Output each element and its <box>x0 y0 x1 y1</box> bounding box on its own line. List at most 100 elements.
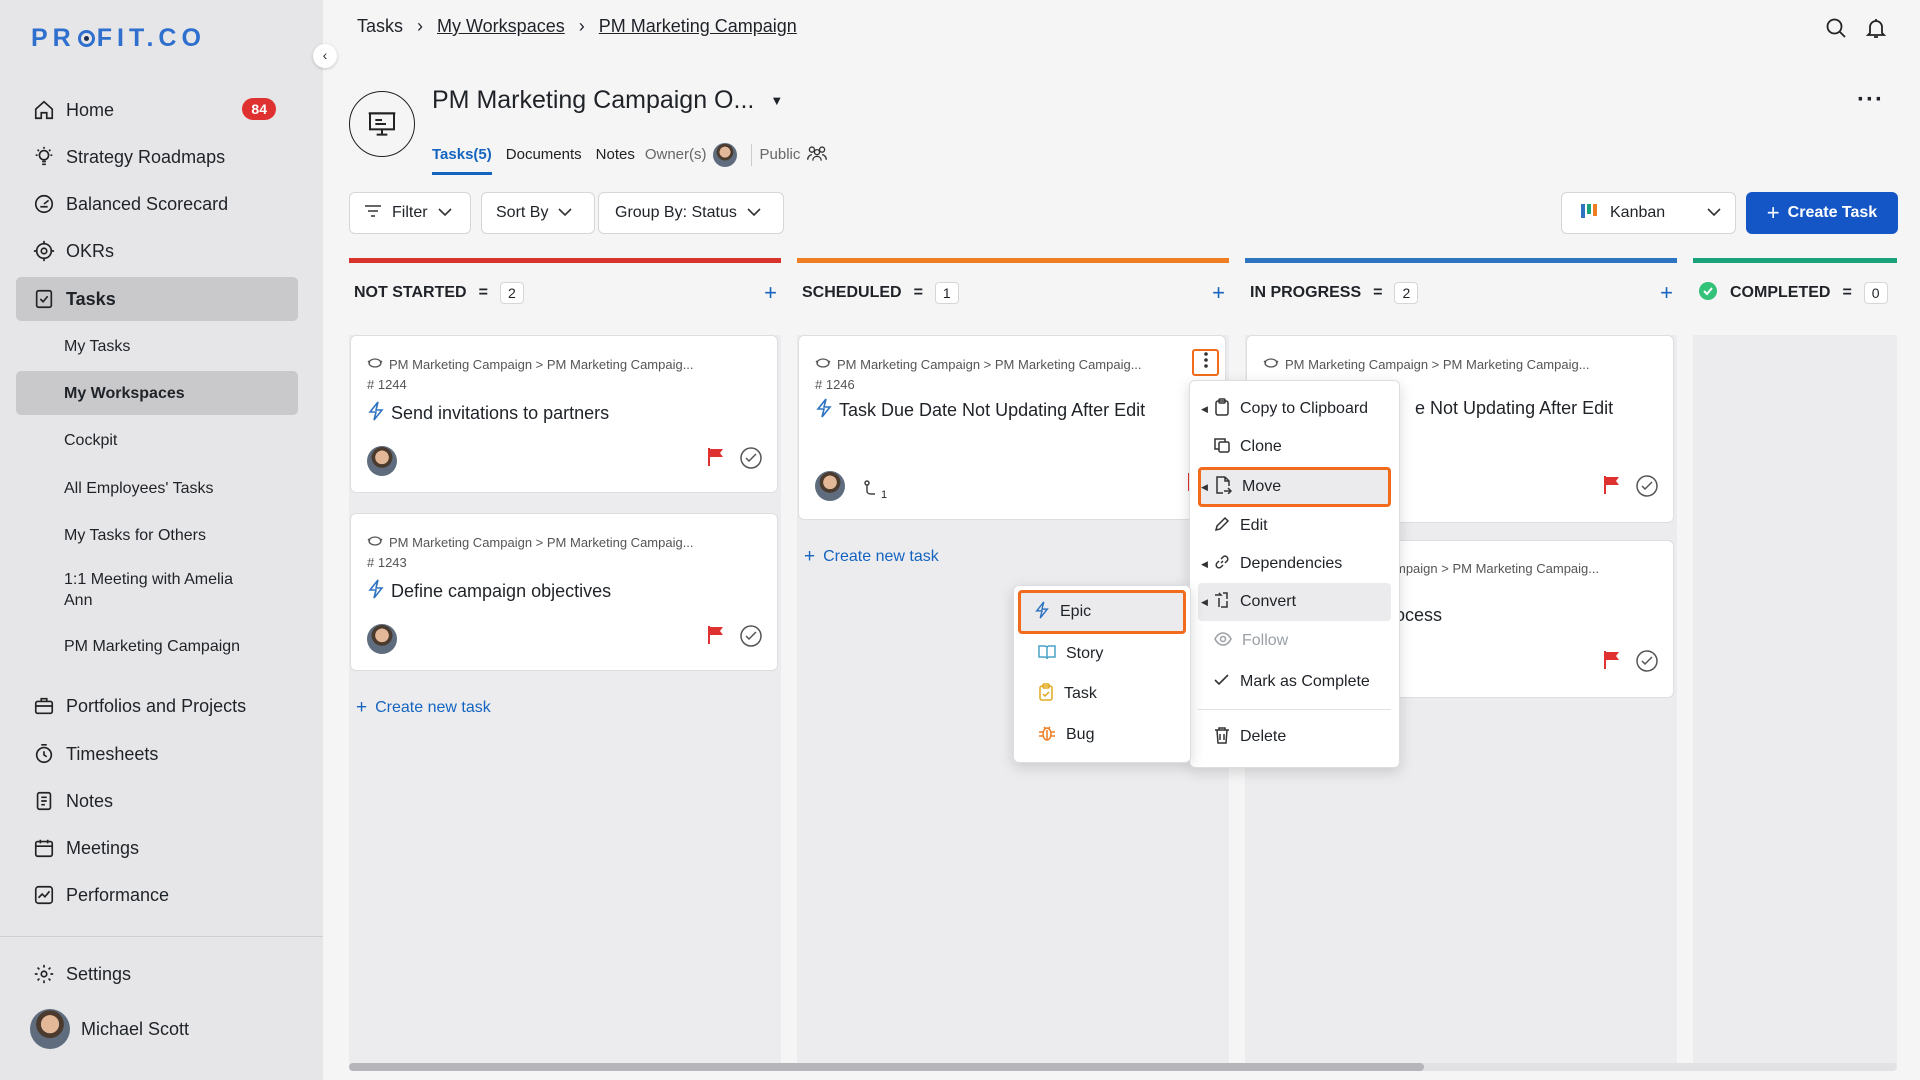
sidebar-item-home[interactable]: Home 84 <box>16 88 298 132</box>
task-title-text: e Not Updating After Edit <box>1415 398 1614 418</box>
create-task-button[interactable]: + Create Task <box>1746 192 1898 234</box>
menu-item-label: Mark as Complete <box>1240 673 1370 690</box>
column-count: 2 <box>499 282 524 304</box>
search-icon[interactable] <box>1824 16 1848 45</box>
sidebar-item-portfolios[interactable]: Portfolios and Projects <box>16 684 298 728</box>
collapse-sidebar-button[interactable]: ‹ <box>313 44 337 68</box>
tab-documents[interactable]: Documents <box>506 146 582 163</box>
sidebar-item-notes[interactable]: Notes <box>16 779 298 823</box>
convert-option-task[interactable]: Task <box>1022 675 1182 713</box>
assignee-avatar[interactable] <box>367 624 397 654</box>
add-task-plus-icon[interactable]: + <box>1212 280 1225 306</box>
priority-flag-icon[interactable] <box>707 447 725 472</box>
task-card[interactable]: PM Marketing Campaign > PM Marketing Cam… <box>350 335 778 493</box>
caret-down-icon[interactable]: ▼ <box>770 93 783 108</box>
tab-tasks[interactable]: Tasks(5) <box>432 146 492 175</box>
visibility-label: Public <box>759 146 801 163</box>
sidebar-item-settings[interactable]: Settings <box>16 952 298 996</box>
more-options-button[interactable]: ··· <box>1857 86 1884 114</box>
profitco-logo[interactable]: PR FIT.CO <box>31 24 206 53</box>
priority-flag-icon[interactable] <box>707 625 725 650</box>
menu-item-delete[interactable]: Delete <box>1198 718 1391 756</box>
sidebar-item-meetings[interactable]: Meetings <box>16 826 298 870</box>
bulb-icon <box>30 143 58 171</box>
sidebar-item-timesheets[interactable]: Timesheets <box>16 732 298 776</box>
menu-item-label: Epic <box>1060 603 1092 620</box>
checkmark-icon <box>1214 673 1230 692</box>
add-task-plus-icon[interactable]: + <box>1660 280 1673 306</box>
group-by-button[interactable]: Group By: Status <box>598 192 784 234</box>
menu-item-follow[interactable]: Follow <box>1198 622 1391 660</box>
assignee-avatar[interactable] <box>367 446 397 476</box>
divider <box>750 143 752 166</box>
column-count: 2 <box>1394 282 1419 304</box>
task-title[interactable]: e Not Updating After Edit <box>1415 398 1613 419</box>
subtask-indicator[interactable]: 1 <box>863 480 887 501</box>
user-profile[interactable]: Michael Scott <box>30 1009 189 1049</box>
menu-item-edit[interactable]: Edit <box>1198 507 1391 545</box>
menu-item-move[interactable]: ◀ Move <box>1198 467 1391 507</box>
complete-check-icon[interactable] <box>1635 474 1659 503</box>
workspace-icon <box>1263 356 1279 373</box>
sidebar-subitem-pm-marketing-campaign[interactable]: PM Marketing Campaign <box>16 624 298 668</box>
sidebar-subitem-all-employees-tasks[interactable]: All Employees' Tasks <box>16 466 298 510</box>
assignee-avatar[interactable] <box>815 471 845 501</box>
menu-item-dependencies[interactable]: ◀ Dependencies <box>1198 545 1391 583</box>
sidebar-item-tasks[interactable]: Tasks <box>16 277 298 321</box>
caret-left-icon: ◀ <box>1201 596 1208 607</box>
breadcrumb-tasks[interactable]: Tasks <box>357 16 403 37</box>
task-title[interactable]: ocess <box>1395 605 1442 626</box>
column-title: SCHEDULED <box>802 284 902 301</box>
convert-option-bug[interactable]: Bug <box>1022 716 1182 754</box>
menu-item-clone[interactable]: Clone <box>1198 428 1391 466</box>
add-task-plus-icon[interactable]: + <box>764 280 777 306</box>
view-selector[interactable]: Kanban <box>1561 192 1736 234</box>
task-title[interactable]: Task Due Date Not Updating After Edit <box>815 398 1145 423</box>
task-card[interactable]: PM Marketing Campaign > PM Marketing Cam… <box>350 513 778 671</box>
menu-item-mark-as-complete[interactable]: Mark as Complete <box>1198 663 1391 701</box>
priority-flag-icon[interactable] <box>1603 650 1621 675</box>
notification-badge: 84 <box>242 98 276 120</box>
tab-notes[interactable]: Notes <box>596 146 635 163</box>
task-title[interactable]: Send invitations to partners <box>367 401 609 426</box>
convert-option-epic[interactable]: Epic <box>1018 590 1186 634</box>
equals-icon: = <box>1842 284 1852 301</box>
breadcrumb: Tasks › My Workspaces › PM Marketing Cam… <box>357 16 797 37</box>
column-count: 1 <box>934 282 959 304</box>
people-icon <box>806 144 828 166</box>
task-more-options-button[interactable] <box>1192 349 1219 376</box>
project-tabs: Tasks(5) Documents Notes Owner(s) Public <box>432 134 828 175</box>
breadcrumb-my-workspaces[interactable]: My Workspaces <box>437 16 565 37</box>
sidebar-subitem-my-tasks[interactable]: My Tasks <box>16 324 298 368</box>
sidebar-item-okrs[interactable]: OKRs <box>16 229 298 273</box>
menu-item-label: Follow <box>1242 632 1289 649</box>
sidebar-item-performance[interactable]: Performance <box>16 873 298 917</box>
complete-check-icon[interactable] <box>739 624 763 653</box>
sidebar-subitem-meeting[interactable]: 1:1 Meeting with Amelia Ann <box>16 568 298 612</box>
sidebar-item-balanced-scorecard[interactable]: Balanced Scorecard <box>16 182 298 226</box>
menu-item-convert[interactable]: ◀ Convert <box>1198 583 1391 621</box>
menu-divider <box>1198 709 1391 710</box>
complete-check-icon[interactable] <box>739 446 763 475</box>
menu-item-copy-to-clipboard[interactable]: ◀ Copy to Clipboard <box>1198 390 1391 428</box>
task-path: mpaign > PM Marketing Campaig... <box>1395 561 1599 576</box>
breadcrumb-pm-marketing-campaign[interactable]: PM Marketing Campaign <box>599 16 797 37</box>
owner-avatar[interactable] <box>712 142 737 167</box>
complete-check-icon[interactable] <box>1635 649 1659 678</box>
create-new-task-link[interactable]: + Create new task <box>356 697 491 719</box>
task-title[interactable]: Define campaign objectives <box>367 579 611 604</box>
sidebar-subitem-my-workspaces[interactable]: My Workspaces <box>16 371 298 415</box>
create-new-task-link[interactable]: + Create new task <box>804 546 939 568</box>
sidebar-subitem-my-tasks-for-others[interactable]: My Tasks for Others <box>16 513 298 557</box>
sidebar-item-strategy-roadmaps[interactable]: Strategy Roadmaps <box>16 135 298 179</box>
sort-by-button[interactable]: Sort By <box>481 192 595 234</box>
priority-flag-icon[interactable] <box>1603 475 1621 500</box>
task-card[interactable]: PM Marketing Campaign > PM Marketing Cam… <box>798 335 1226 520</box>
task-number: # 1243 <box>367 555 407 570</box>
horizontal-scrollbar-thumb[interactable] <box>349 1063 1424 1071</box>
convert-option-story[interactable]: Story <box>1022 635 1182 673</box>
filter-button[interactable]: Filter <box>349 192 471 234</box>
bell-icon[interactable] <box>1864 16 1888 45</box>
sidebar-subitem-cockpit[interactable]: Cockpit <box>16 418 298 462</box>
sidebar-item-label: Strategy Roadmaps <box>66 146 226 167</box>
